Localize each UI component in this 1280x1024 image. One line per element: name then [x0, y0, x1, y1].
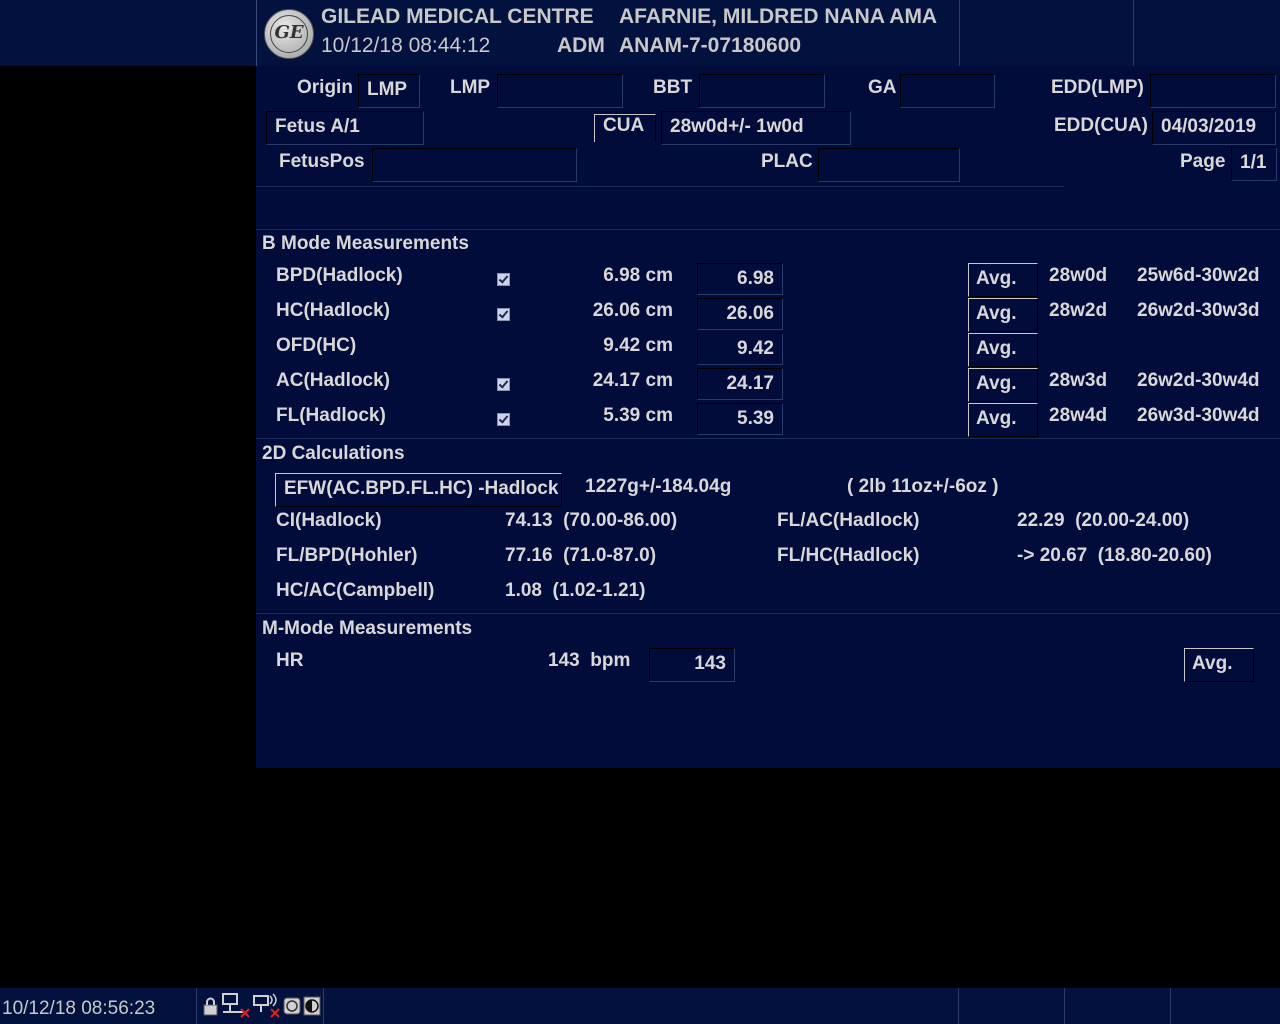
flbpd-value: 77.16 (71.0-87.0): [505, 545, 657, 566]
ga-range: 25w6d-30w2d: [1137, 265, 1260, 286]
measurement-name: OFD(HC): [276, 335, 357, 356]
hr-field[interactable]: 143: [649, 648, 735, 682]
patient-name: AFARNIE, MILDRED NANA AMA: [619, 5, 938, 28]
avg-button[interactable]: Avg.: [968, 403, 1038, 437]
system-datetime: 10/12/18 08:56:23: [2, 998, 156, 1019]
include-checkbox[interactable]: [497, 413, 510, 426]
hcac-value: 1.08 (1.02-1.21): [505, 580, 646, 601]
measurement-name: BPD(Hadlock): [276, 265, 403, 286]
measurement-field[interactable]: 26.06: [697, 298, 783, 330]
ga-result: 28w4d: [1049, 405, 1108, 426]
avg-button[interactable]: Avg.: [968, 333, 1038, 367]
cua-label: CUA: [594, 114, 656, 142]
ga-result: 28w3d: [1049, 370, 1108, 391]
flac-value: 22.29 (20.00-24.00): [1017, 510, 1190, 531]
origin-label: Origin: [297, 77, 353, 98]
measurement-value: 24.17 cm: [592, 370, 673, 391]
avg-button[interactable]: Avg.: [968, 298, 1038, 332]
fetus-field[interactable]: Fetus A/1: [266, 111, 424, 145]
include-checkbox[interactable]: [497, 308, 510, 321]
ci-label: CI(Hadlock): [276, 510, 382, 531]
wireless-disconnected-icon: [252, 992, 282, 1018]
flbpd-label: FL/BPD(Hohler): [276, 545, 418, 566]
ci-value: 74.13 (70.00-86.00): [505, 510, 678, 531]
efw-method-button[interactable]: EFW(AC.BPD.FL.HC) -Hadlock: [275, 473, 562, 507]
measurement-field[interactable]: 24.17: [697, 368, 783, 400]
measurement-value: 6.98 cm: [603, 265, 673, 286]
hr-measure: 143 bpm: [548, 650, 631, 671]
cua-field[interactable]: 28w0d+/- 1w0d: [661, 111, 851, 145]
bbt-field[interactable]: [699, 74, 825, 108]
top-left-bar: [0, 0, 256, 66]
calc-title: 2D Calculations: [262, 443, 405, 464]
bmode-title: B Mode Measurements: [262, 233, 469, 254]
ge-logo: GE: [264, 9, 314, 59]
mmode-title: M-Mode Measurements: [262, 618, 473, 639]
bbt-label: BBT: [653, 77, 693, 98]
edd-lmp-label: EDD(LMP): [1051, 77, 1144, 98]
lmp-field[interactable]: [497, 74, 623, 108]
ga-range: 26w2d-30w4d: [1137, 370, 1260, 391]
lmp-label: LMP: [450, 77, 491, 98]
facility-name: GILEAD MEDICAL CENTRE: [321, 5, 594, 28]
measurement-name: HC(Hadlock): [276, 300, 391, 321]
edd-lmp-field[interactable]: [1150, 74, 1276, 108]
page-field: 1/1: [1231, 147, 1277, 181]
measurement-field[interactable]: 5.39: [697, 403, 783, 435]
fetuspos-label: FetusPos: [279, 151, 365, 172]
hr-label: HR: [276, 650, 304, 671]
measurement-field[interactable]: 6.98: [697, 263, 783, 295]
efw-imperial: ( 2lb 11oz+/-6oz ): [847, 476, 999, 497]
efw-value: 1227g+/-184.04g: [585, 476, 732, 497]
page-label: Page: [1180, 151, 1226, 172]
plac-label: PLAC: [761, 151, 813, 172]
measurement-name: FL(Hadlock): [276, 405, 386, 426]
flac-label: FL/AC(Hadlock): [777, 510, 920, 531]
edd-cua-field[interactable]: 04/03/2019: [1152, 111, 1276, 145]
operator-id: ADM: [557, 34, 605, 57]
edd-cua-label: EDD(CUA): [1054, 115, 1148, 136]
hcac-label: HC/AC(Campbell): [276, 580, 435, 601]
network-disconnected-icon: [221, 992, 251, 1018]
measurement-field[interactable]: 9.42: [697, 333, 783, 365]
plac-field[interactable]: [818, 148, 960, 182]
ga-result: 28w0d: [1049, 265, 1108, 286]
service-icon: [283, 996, 301, 1016]
ga-range: 26w3d-30w4d: [1137, 405, 1260, 426]
measurement-value: 26.06 cm: [592, 300, 673, 321]
ga-label: GA: [868, 77, 897, 98]
ga-range: 26w2d-30w3d: [1137, 300, 1260, 321]
flhc-label: FL/HC(Hadlock): [777, 545, 920, 566]
include-checkbox[interactable]: [497, 378, 510, 391]
include-checkbox[interactable]: [497, 273, 510, 286]
status-bar: [0, 988, 1280, 1024]
ga-field[interactable]: [900, 74, 995, 108]
ga-result: 28w2d: [1049, 300, 1108, 321]
avg-button[interactable]: Avg.: [968, 263, 1038, 297]
avg-button[interactable]: Avg.: [968, 368, 1038, 402]
origin-field[interactable]: LMP: [358, 74, 420, 108]
measurement-value: 5.39 cm: [603, 405, 673, 426]
exam-datetime: 10/12/18 08:44:12: [321, 34, 491, 57]
lock-icon: [202, 996, 219, 1016]
patient-id: ANAM-7-07180600: [619, 34, 802, 57]
measurement-value: 9.42 cm: [603, 335, 673, 356]
flhc-value: -> 20.67 (18.80-20.60): [1017, 545, 1212, 566]
hr-avg-button[interactable]: Avg.: [1184, 648, 1254, 682]
measurement-name: AC(Hadlock): [276, 370, 391, 391]
contrast-icon: [303, 996, 321, 1016]
fetuspos-field[interactable]: [372, 148, 577, 182]
